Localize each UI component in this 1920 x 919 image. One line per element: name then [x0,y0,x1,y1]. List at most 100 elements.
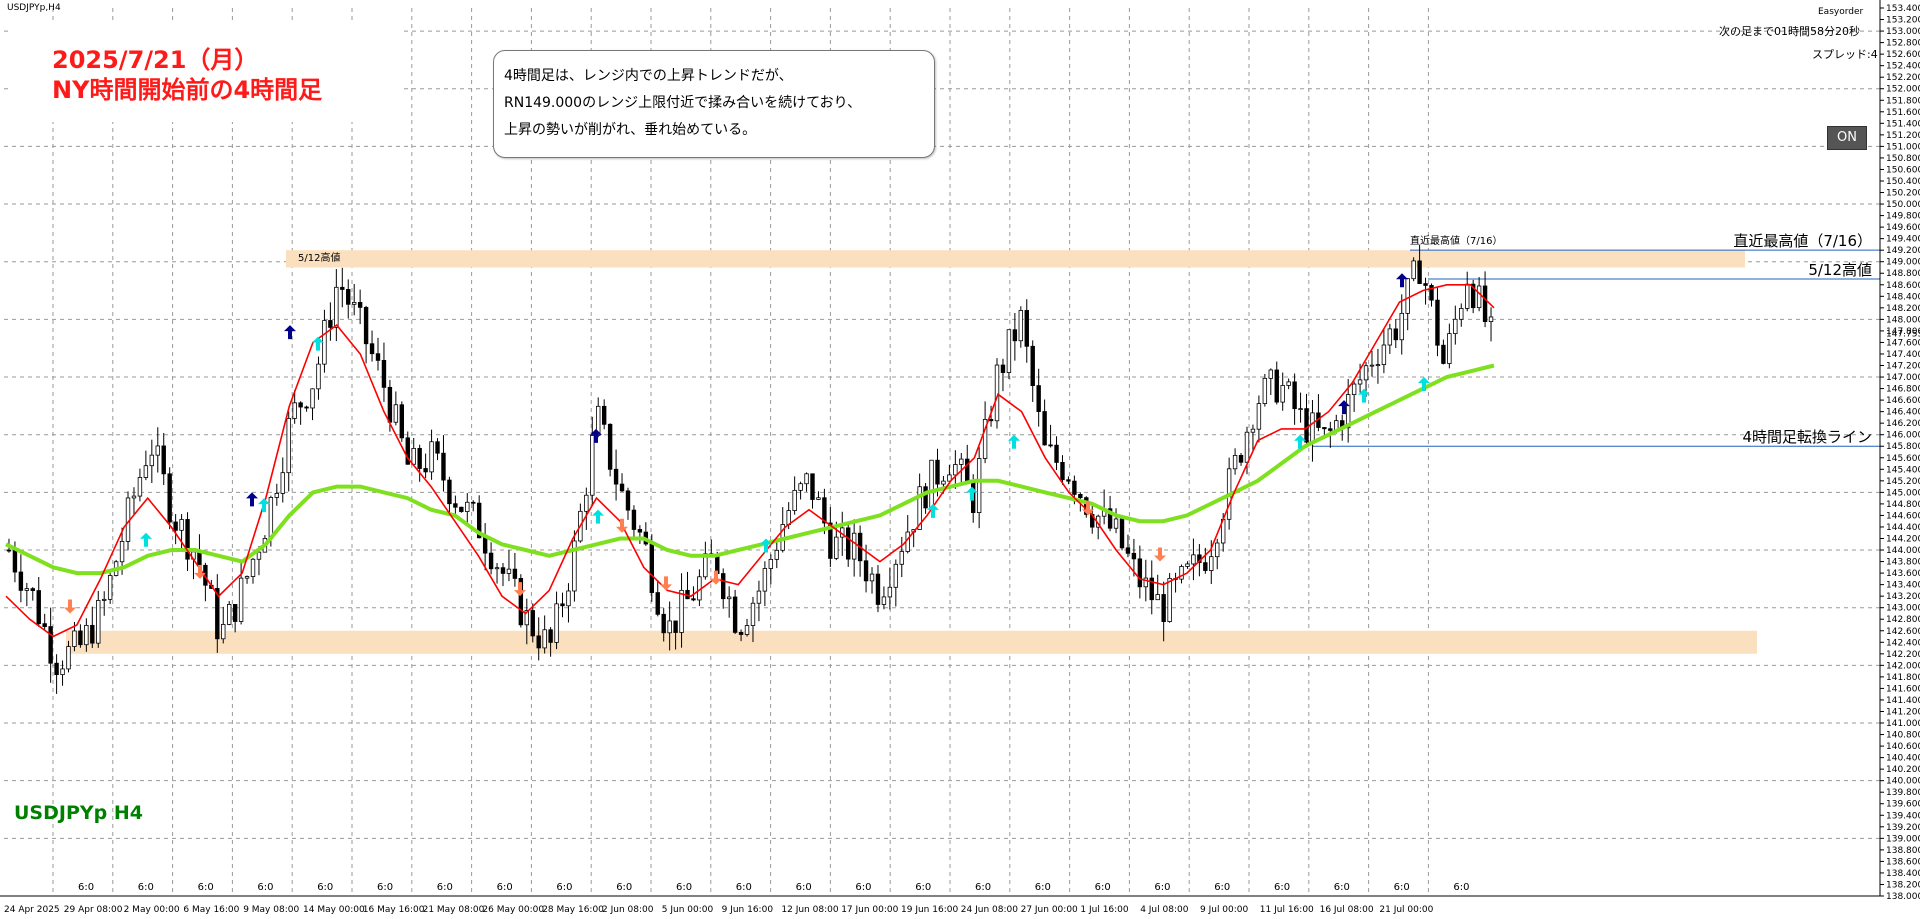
price-tick-label: 149.200 [1886,246,1920,256]
price-tick-label: 147.200 [1886,362,1920,372]
candle-body [1447,333,1452,364]
price-tick-label: 144.600 [1886,511,1920,521]
price-tick-label: 139.200 [1886,823,1920,833]
candle-body [328,320,333,328]
candle-body [750,602,756,626]
candle-body [1042,411,1047,446]
candle-body [1185,563,1190,567]
candle-body [119,541,125,563]
candle-body [435,441,440,454]
candle-body [1256,403,1262,430]
candle-body [768,558,774,569]
candle-body [500,567,506,574]
candle-body [1137,558,1143,588]
candle-body [1488,316,1494,323]
candle-body [994,364,1000,422]
candle-body [1405,278,1410,314]
candle-body [887,586,893,598]
candle-body [721,573,726,600]
price-tick-label: 143.000 [1886,604,1920,614]
price-chart[interactable]: 5/12高値 直近最高値（7/16） 5/12高値 4時間足転換ライン 直近最高値（7… [0,0,1920,919]
candle-body [1459,308,1464,320]
candle-body [649,543,654,593]
candle-body [96,600,101,644]
candle-body [631,509,637,530]
headline-subtitle: NY時間開始前の4時間足 [52,76,323,104]
price-tick-label: 138.600 [1886,857,1920,867]
easyorder-label[interactable]: Easyorder [1818,7,1863,17]
session-label: 6:0 [1394,882,1410,893]
session-label: 6:0 [437,882,453,893]
candle-body [1006,329,1012,373]
candle-body [607,423,613,470]
spread-label: スプレッド:4 [1812,48,1878,61]
callout-line-3: 上昇の勢いが削がれ、垂れ始めている。 [504,122,757,138]
candle-body [36,590,41,625]
candle-body [399,404,405,439]
candle-body [244,576,250,579]
candle-body [1482,285,1488,323]
candle-body [846,527,851,560]
candle-body [1286,381,1291,386]
price-tick-label: 150.200 [1886,189,1920,199]
candle-body [369,343,375,355]
time-tick-label: 26 May 00:00 [482,905,544,915]
candle-body [756,590,762,604]
session-label: 6:0 [616,882,632,893]
price-tick-label: 148.600 [1886,281,1920,291]
candle-body [1000,364,1006,373]
time-tick-label: 9 Jun 16:00 [722,905,774,915]
candle-body [1060,462,1065,481]
candle-body [1191,554,1196,565]
session-label: 6:0 [1035,882,1051,893]
price-tick-label: 138.400 [1886,869,1920,879]
candle-body [197,551,202,566]
on-button[interactable]: ON [1827,126,1867,150]
candle-body [357,302,363,308]
price-axis: 153.400 153.200153.000 152.800152.600 152.4… [1879,0,1920,902]
session-label: 6:0 [1453,882,1469,893]
price-tick-label: 140.600 [1886,742,1920,752]
candle-body [304,406,309,409]
candle-body [494,567,500,570]
price-tick-label: 142.400 [1886,638,1920,648]
time-tick-label: 12 Jun 08:00 [781,905,838,915]
price-tick-label: 152.400 [1886,62,1920,72]
candle-body [465,501,470,512]
price-tick-label: 147.600 [1886,338,1920,348]
price-tick-label: 145.200 [1886,477,1920,487]
candle-body [274,493,280,498]
price-tick-label: 142.600 [1886,627,1920,637]
candle-body [155,445,160,456]
candle-body [590,435,595,496]
candle-body [1280,385,1285,403]
candle-body [1363,365,1369,381]
price-tick-label: 140.400 [1886,754,1920,764]
candle-body [798,483,803,491]
candle-body [268,497,274,539]
candle-body [1215,542,1220,558]
price-tick-label: 151.800 [1886,96,1920,106]
price-tick-label: 150.600 [1886,165,1920,175]
price-tick-label: 138.800 [1886,846,1920,856]
price-tick-label: 152.800 [1886,39,1920,49]
price-tick-label: 144.200 [1886,534,1920,544]
candle-body [423,468,428,473]
candle-body [929,459,934,509]
candle-body [179,519,184,531]
candle-body [363,306,369,345]
price-tick-label: 150.000 [1886,200,1920,210]
candle-body [762,568,768,592]
window-title: USDJPYp,H4 [7,3,61,13]
session-label: 6:0 [257,882,273,893]
candle-body [560,603,565,607]
price-line-label: 直近最高値（7/16） [1733,232,1872,250]
candle-body [1328,428,1333,431]
candle-body [1155,594,1160,601]
price-tick-label: 145.600 [1886,454,1920,464]
candle-body [726,596,732,600]
candle-body [869,573,875,582]
candle-body [816,497,821,500]
price-tick-label: 143.600 [1886,569,1920,579]
candle-body [238,577,244,622]
